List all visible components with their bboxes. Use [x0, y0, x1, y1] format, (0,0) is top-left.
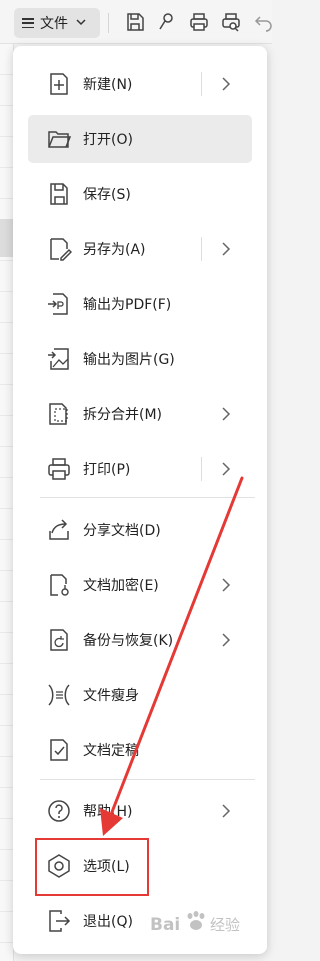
- chevron-right-icon[interactable]: [221, 631, 231, 649]
- file-menu-button[interactable]: 文件: [14, 8, 100, 38]
- save-icon[interactable]: [124, 11, 146, 33]
- top-toolbar: 文件: [0, 0, 272, 44]
- undo-icon[interactable]: [252, 11, 274, 33]
- menu-item-open[interactable]: 打开(O): [28, 115, 252, 163]
- help-icon: [46, 798, 72, 824]
- baidu-jingyan-watermark: Bai 经验: [150, 904, 266, 944]
- menu-item-backup-restore[interactable]: 备份与恢复(K): [28, 616, 252, 664]
- exit-icon: [46, 908, 72, 934]
- new-file-icon: [46, 71, 72, 97]
- finalize-icon: [46, 737, 72, 763]
- share-icon: [46, 517, 72, 543]
- file-menu-label: 文件: [40, 16, 68, 32]
- menu-item-slim-file[interactable]: 文件瘦身: [28, 671, 252, 719]
- menu-divider: [40, 497, 255, 498]
- menu-item-label: 输出为图片(G): [83, 352, 175, 368]
- menu-item-label: 文档加密(E): [83, 578, 159, 594]
- chevron-right-icon[interactable]: [221, 802, 231, 820]
- menu-item-label: 备份与恢复(K): [83, 633, 174, 649]
- menu-item-label: 文件瘦身: [83, 688, 139, 704]
- menu-item-label: 保存(S): [83, 187, 131, 203]
- menu-item-separator: [201, 72, 202, 96]
- toolbar-separator: [108, 13, 109, 33]
- chevron-right-icon[interactable]: [221, 576, 231, 594]
- menu-item-separator: [201, 457, 202, 481]
- file-dropdown-menu: 新建(N) 打开(O) 保存(S) 另存为(A) 输出为PDF(F) 输出为图片…: [13, 46, 267, 954]
- menu-item-export-image[interactable]: 输出为图片(G): [28, 335, 252, 383]
- chevron-right-icon[interactable]: [221, 405, 231, 423]
- selected-row-header: [0, 219, 14, 257]
- menu-item-label: 帮助(H): [83, 804, 133, 820]
- menu-item-label: 打开(O): [83, 132, 133, 148]
- menu-item-label: 新建(N): [83, 77, 133, 93]
- spreadsheet-row-headers: [0, 44, 14, 961]
- menu-item-finalize[interactable]: 文档定稿: [28, 726, 252, 774]
- menu-item-print[interactable]: 打印(P): [28, 445, 252, 493]
- export-image-icon: [46, 346, 72, 372]
- print-icon: [46, 456, 72, 482]
- menu-item-help[interactable]: 帮助(H): [28, 787, 252, 835]
- menu-item-new[interactable]: 新建(N): [28, 60, 252, 108]
- menu-item-label: 拆分合并(M): [83, 407, 163, 423]
- print-preview-icon[interactable]: [220, 11, 242, 33]
- menu-item-label: 分享文档(D): [83, 523, 161, 539]
- save-icon: [46, 181, 72, 207]
- menu-item-label: 退出(Q): [83, 914, 133, 930]
- menu-item-save-as[interactable]: 另存为(A): [28, 225, 252, 273]
- export-pdf-icon: [46, 291, 72, 317]
- chevron-right-icon[interactable]: [221, 75, 231, 93]
- chevron-right-icon[interactable]: [221, 460, 231, 478]
- slim-file-icon: [46, 682, 72, 708]
- split-merge-icon: [46, 401, 72, 427]
- menu-item-separator: [201, 237, 202, 261]
- menu-item-encrypt[interactable]: 文档加密(E): [28, 561, 252, 609]
- menu-item-split-merge[interactable]: 拆分合并(M): [28, 390, 252, 438]
- menu-item-label: 文档定稿: [83, 743, 139, 759]
- encrypt-icon: [46, 572, 72, 598]
- menu-item-export-pdf[interactable]: 输出为PDF(F): [28, 280, 252, 328]
- menu-item-label: 另存为(A): [83, 242, 146, 258]
- save-as-icon: [46, 236, 73, 262]
- menu-divider: [40, 779, 255, 780]
- backup-icon: [46, 627, 72, 653]
- menu-item-share[interactable]: 分享文档(D): [28, 506, 252, 554]
- svg-text:经验: 经验: [210, 916, 240, 934]
- chevron-right-icon[interactable]: [221, 240, 231, 258]
- hamburger-icon: [22, 18, 34, 28]
- brush-icon[interactable]: [156, 11, 178, 33]
- folder-open-icon: [46, 126, 72, 152]
- menu-item-save[interactable]: 保存(S): [28, 170, 252, 218]
- menu-item-label: 打印(P): [83, 462, 131, 478]
- options-highlight-box: [35, 838, 149, 896]
- svg-text:Bai: Bai: [150, 915, 180, 935]
- chevron-down-icon: [76, 18, 86, 29]
- menu-item-label: 输出为PDF(F): [83, 297, 172, 313]
- print-icon[interactable]: [188, 11, 210, 33]
